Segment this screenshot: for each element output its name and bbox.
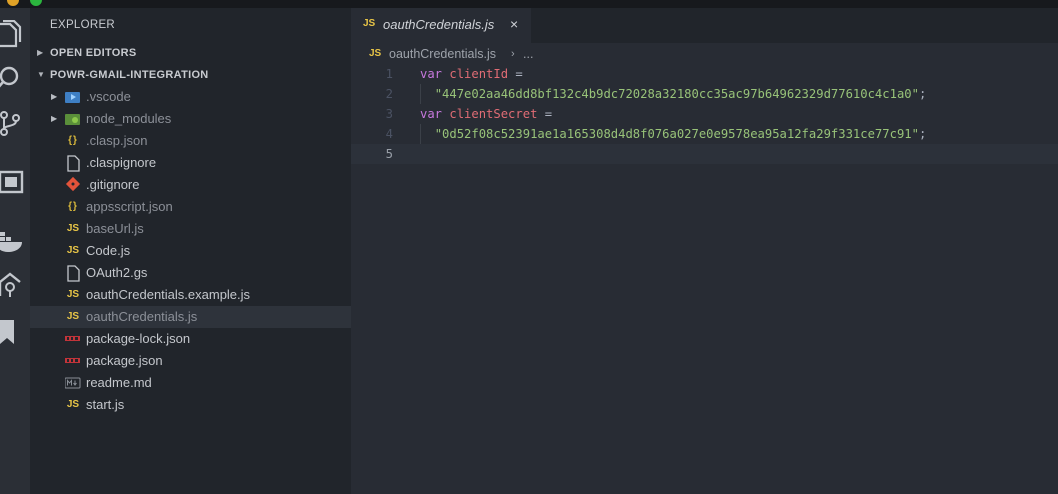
maximize-window-button[interactable] bbox=[30, 0, 42, 6]
line-number: 4 bbox=[385, 127, 393, 141]
node-folder-icon bbox=[65, 108, 81, 130]
file-name: OAuth2.gs bbox=[86, 265, 148, 280]
docker-icon[interactable] bbox=[0, 226, 24, 254]
js-icon: JS bbox=[66, 399, 80, 410]
breadcrumb-symbols[interactable]: ... bbox=[523, 43, 533, 65]
chevron-down-icon: ▼ bbox=[37, 70, 46, 79]
bookmark-icon[interactable] bbox=[0, 318, 24, 346]
js-icon: JS bbox=[363, 18, 376, 29]
breadcrumb: JS oauthCredentials.js › ... bbox=[351, 43, 1058, 65]
code-line: 4 "0d52f08c52391ae1a165308d4d8f076a027e0… bbox=[351, 124, 1058, 144]
file-name: package-lock.json bbox=[86, 331, 191, 346]
file-name: start.js bbox=[86, 397, 125, 412]
tree-item-code-js[interactable]: JS Code.js bbox=[30, 240, 351, 262]
file-name: .claspignore bbox=[86, 155, 157, 170]
project-label: POWR-GMAIL-INTEGRATION bbox=[50, 69, 209, 81]
tree-item-oauthcredentials-js[interactable]: JS oauthCredentials.js bbox=[30, 306, 351, 328]
activity-bar bbox=[0, 8, 30, 494]
code-line: 2 "447e02aa46dd8bf132c4b9dc72028a32180cc… bbox=[351, 84, 1058, 104]
tree-item-oauthcredentials-example-js[interactable]: JS oauthCredentials.example.js bbox=[30, 284, 351, 306]
tree-item-start-js[interactable]: JS start.js bbox=[30, 394, 351, 416]
editor-area: JS oauthCredentials.js × JS oauthCredent… bbox=[351, 8, 1058, 494]
open-editors-section[interactable]: ▶ OPEN EDITORS bbox=[30, 42, 351, 64]
file-name: oauthCredentials.js bbox=[86, 309, 198, 324]
line-number: 2 bbox=[385, 87, 393, 101]
npm-icon bbox=[65, 328, 81, 350]
file-name: package.json bbox=[86, 353, 163, 368]
explorer-sidebar: EXPLORER ▶ OPEN EDITORS ▼ POWR-GMAIL-INT… bbox=[30, 8, 351, 494]
tree-item-baseurl-js[interactable]: JS baseUrl.js bbox=[30, 218, 351, 240]
vscode-folder-icon bbox=[65, 86, 81, 108]
tree-item-oauth2-gs[interactable]: OAuth2.gs bbox=[30, 262, 351, 284]
file-name: .clasp.json bbox=[86, 133, 148, 148]
line-number: 1 bbox=[385, 67, 393, 81]
tab-oauthcredentials[interactable]: JS oauthCredentials.js × bbox=[351, 8, 531, 43]
chevron-right-icon: ▶ bbox=[37, 48, 44, 57]
operator: = bbox=[508, 67, 523, 81]
file-name: Code.js bbox=[86, 243, 131, 258]
js-icon: JS bbox=[66, 245, 80, 256]
minimize-window-button[interactable] bbox=[7, 0, 19, 6]
npm-icon bbox=[65, 350, 81, 372]
tab-bar: JS oauthCredentials.js × bbox=[351, 8, 1058, 43]
tree-item-vscode[interactable]: ▶ .vscode bbox=[30, 86, 351, 108]
tree-item-gitignore[interactable]: .gitignore bbox=[30, 174, 351, 196]
file-name: oauthCredentials.example.js bbox=[86, 287, 251, 302]
source-control-icon[interactable] bbox=[0, 109, 24, 137]
git-icon bbox=[65, 174, 81, 196]
chevron-right-icon: ▶ bbox=[51, 114, 58, 123]
js-icon: JS bbox=[369, 48, 382, 59]
chevron-right-icon: ▶ bbox=[51, 92, 58, 101]
open-editors-label: OPEN EDITORS bbox=[50, 47, 137, 59]
string-literal: "447e02aa46dd8bf132c4b9dc72028a32180cc35… bbox=[434, 87, 919, 101]
semicolon: ; bbox=[918, 127, 927, 141]
search-icon[interactable] bbox=[0, 64, 24, 92]
file-name: baseUrl.js bbox=[86, 221, 144, 236]
gitlens-icon[interactable] bbox=[0, 270, 24, 298]
sidebar-title: EXPLORER bbox=[50, 19, 116, 31]
variable-name: clientId bbox=[449, 67, 509, 81]
code-line: 3 var clientSecret = bbox=[351, 104, 1058, 124]
code-line: 1 var clientId = bbox=[351, 64, 1058, 84]
semicolon: ; bbox=[918, 87, 927, 101]
keyword: var bbox=[420, 107, 443, 121]
extensions-icon[interactable] bbox=[0, 168, 24, 196]
tree-item-appsscript-json[interactable]: {} appsscript.json bbox=[30, 196, 351, 218]
file-icon bbox=[65, 262, 81, 284]
tree-item-claspignore[interactable]: .claspignore bbox=[30, 152, 351, 174]
tree-item-package-json[interactable]: package.json bbox=[30, 350, 351, 372]
keyword: var bbox=[420, 67, 443, 81]
line-number: 3 bbox=[385, 107, 393, 121]
close-icon[interactable]: × bbox=[510, 16, 518, 32]
breadcrumb-separator-icon: › bbox=[511, 48, 515, 60]
json-icon: {} bbox=[68, 135, 78, 146]
tree-item-package-lock-json[interactable]: package-lock.json bbox=[30, 328, 351, 350]
file-name: .gitignore bbox=[86, 177, 140, 192]
js-icon: JS bbox=[66, 223, 80, 234]
breadcrumb-file[interactable]: oauthCredentials.js bbox=[389, 43, 496, 65]
file-icon bbox=[65, 152, 81, 174]
tree-item-clasp-json[interactable]: {} .clasp.json bbox=[30, 130, 351, 152]
title-bar bbox=[0, 0, 1058, 8]
js-icon: JS bbox=[66, 311, 80, 322]
tree-item-node-modules[interactable]: ▶ node_modules bbox=[30, 108, 351, 130]
operator: = bbox=[537, 107, 553, 121]
file-name: appsscript.json bbox=[86, 199, 173, 214]
json-icon: {} bbox=[68, 201, 78, 212]
js-icon: JS bbox=[66, 289, 80, 300]
file-name: readme.md bbox=[86, 375, 152, 390]
file-name: .vscode bbox=[86, 89, 131, 104]
line-number: 5 bbox=[385, 147, 393, 161]
variable-name: clientSecret bbox=[449, 107, 538, 121]
files-icon[interactable] bbox=[0, 20, 24, 48]
project-section[interactable]: ▼ POWR-GMAIL-INTEGRATION bbox=[30, 64, 351, 86]
file-name: node_modules bbox=[86, 111, 172, 126]
tab-label: oauthCredentials.js bbox=[383, 17, 495, 32]
markdown-icon bbox=[64, 372, 81, 394]
code-line-current: 5 bbox=[351, 144, 1058, 164]
tree-item-readme-md[interactable]: readme.md bbox=[30, 372, 351, 394]
string-literal: "0d52f08c52391ae1a165308d4d8f076a027e0e9… bbox=[434, 127, 919, 141]
